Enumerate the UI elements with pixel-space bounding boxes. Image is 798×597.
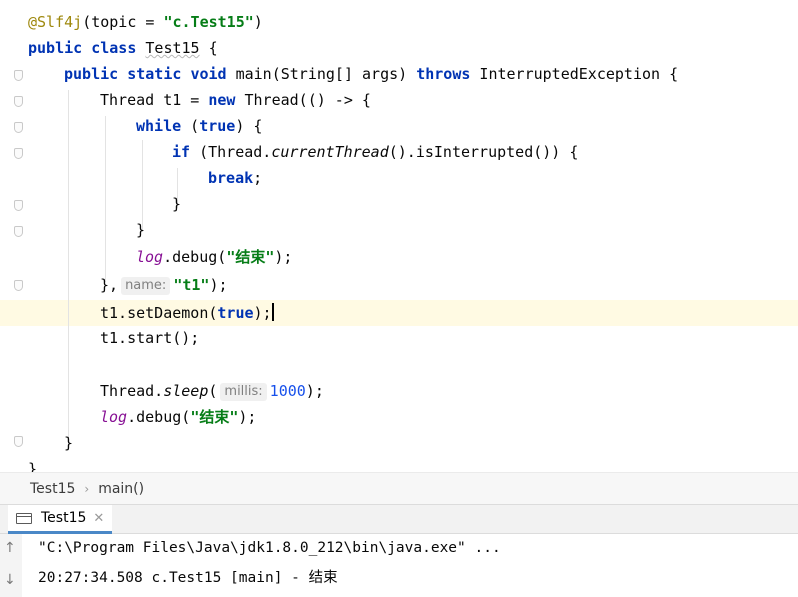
indent-guide bbox=[68, 90, 69, 446]
punctuation: ; bbox=[253, 169, 263, 187]
annotation: @Slf4j bbox=[28, 13, 83, 31]
code-text: t1.setDaemon( bbox=[100, 304, 218, 322]
text-caret bbox=[271, 303, 274, 321]
fold-marker-icon[interactable] bbox=[14, 122, 23, 133]
breadcrumb-method[interactable]: main() bbox=[98, 481, 144, 497]
punctuation: ); bbox=[238, 408, 257, 426]
console-window-icon bbox=[16, 512, 32, 524]
fold-marker-icon[interactable] bbox=[14, 70, 23, 81]
keyword: static bbox=[127, 65, 182, 83]
keyword: void bbox=[190, 65, 227, 83]
code-line-2[interactable]: public class Test15 { bbox=[28, 35, 218, 61]
console-output[interactable]: ↑ ↓ "C:\Program Files\Java\jdk1.8.0_212\… bbox=[0, 534, 798, 597]
code-text: Thread t1 = bbox=[100, 91, 209, 109]
code-line-6[interactable]: if (Thread.currentThread().isInterrupted… bbox=[172, 139, 578, 165]
code-line-1[interactable]: @Slf4j(topic = "c.Test15") bbox=[28, 9, 263, 35]
code-line-16[interactable]: } bbox=[64, 430, 73, 456]
code-line-13[interactable]: t1.start(); bbox=[100, 325, 199, 351]
string-literal: "结束" bbox=[226, 248, 275, 266]
keyword: break bbox=[208, 169, 254, 187]
code-editor[interactable]: @Slf4j(topic = "c.Test15") public class … bbox=[0, 0, 798, 472]
code-text: Thread. bbox=[100, 382, 164, 400]
code-line-3[interactable]: public static void main(String[] args) t… bbox=[64, 61, 678, 87]
punctuation: ) { bbox=[235, 117, 263, 135]
run-tool-window-tabs: Test15 ✕ bbox=[0, 504, 798, 534]
code-line-5[interactable]: while (true) { bbox=[136, 113, 262, 139]
code-line-14[interactable]: Thread.sleep(millis: 1000); bbox=[100, 378, 324, 404]
code-line-9[interactable]: } bbox=[136, 217, 145, 243]
code-line-8[interactable]: } bbox=[172, 191, 181, 217]
breadcrumb-class[interactable]: Test15 bbox=[30, 481, 75, 497]
console-toolbar: ↑ ↓ bbox=[0, 534, 22, 597]
keyword: public bbox=[64, 65, 119, 83]
code-line-17[interactable]: } bbox=[28, 456, 37, 472]
down-arrow-icon[interactable]: ↓ bbox=[4, 572, 16, 588]
punctuation: ); bbox=[305, 382, 324, 400]
keyword: true bbox=[199, 117, 236, 135]
log-field: log bbox=[100, 408, 128, 426]
punctuation: ( bbox=[181, 117, 200, 135]
fold-marker-icon[interactable] bbox=[14, 96, 23, 107]
run-tab-label: Test15 bbox=[41, 510, 87, 526]
fold-marker-icon[interactable] bbox=[14, 280, 23, 291]
fold-marker-icon[interactable] bbox=[14, 200, 23, 211]
punctuation: ); bbox=[274, 248, 293, 266]
punctuation: }, bbox=[100, 276, 119, 294]
fold-marker-icon[interactable] bbox=[14, 436, 23, 447]
method-call: .debug( bbox=[127, 408, 191, 426]
keyword: class bbox=[91, 39, 137, 57]
keyword: throws bbox=[416, 65, 471, 83]
class-name: Test15 bbox=[145, 39, 200, 57]
log-field: log bbox=[136, 248, 164, 266]
fold-marker-icon[interactable] bbox=[14, 148, 23, 159]
breadcrumb: Test15 › main() bbox=[0, 472, 798, 504]
code-line-10[interactable]: log.debug("结束"); bbox=[136, 244, 292, 270]
close-icon[interactable]: ✕ bbox=[93, 511, 104, 526]
code-text: (Thread. bbox=[190, 143, 272, 161]
code-line-4[interactable]: Thread t1 = new Thread(() -> { bbox=[100, 87, 371, 113]
keyword: true bbox=[217, 304, 254, 322]
punctuation: ) bbox=[253, 13, 263, 31]
code-line-7[interactable]: break; bbox=[208, 165, 262, 191]
number-literal: 1000 bbox=[269, 382, 306, 400]
method-signature: main(String[] args) bbox=[226, 65, 417, 83]
keyword: if bbox=[172, 143, 191, 161]
code-line-11[interactable]: }, name: "t1"); bbox=[100, 272, 228, 298]
chevron-right-icon: › bbox=[84, 481, 90, 496]
indent-guide bbox=[105, 116, 106, 282]
parameter-hint: millis: bbox=[220, 383, 267, 401]
operator: = bbox=[136, 13, 164, 31]
string-literal: "t1" bbox=[173, 276, 210, 294]
method-call: .debug( bbox=[163, 248, 227, 266]
code-line-15[interactable]: log.debug("结束"); bbox=[100, 404, 256, 430]
keyword: public bbox=[28, 39, 83, 57]
console-line: 20:27:34.508 c.Test15 [main] - 结束 bbox=[38, 570, 338, 586]
static-method: sleep bbox=[163, 382, 209, 400]
keyword: while bbox=[136, 117, 182, 135]
code-text: ().isInterrupted()) { bbox=[388, 143, 579, 161]
punctuation: ); bbox=[209, 276, 228, 294]
annotation-param: topic bbox=[91, 13, 137, 31]
parameter-hint: name: bbox=[121, 277, 171, 295]
string-literal: "c.Test15" bbox=[163, 13, 254, 31]
code-line-12[interactable]: t1.setDaemon(true); bbox=[100, 300, 274, 326]
console-line: "C:\Program Files\Java\jdk1.8.0_212\bin\… bbox=[38, 540, 501, 556]
tab-run-test15[interactable]: Test15 ✕ bbox=[8, 505, 113, 534]
code-text: Thread(() -> { bbox=[235, 91, 371, 109]
up-arrow-icon[interactable]: ↑ bbox=[4, 540, 16, 556]
keyword: new bbox=[208, 91, 236, 109]
punctuation: ( bbox=[208, 382, 218, 400]
punctuation: ); bbox=[253, 304, 272, 322]
string-literal: "结束" bbox=[190, 408, 239, 426]
exception-type: InterruptedException { bbox=[470, 65, 679, 83]
punctuation: { bbox=[199, 39, 218, 57]
static-method: currentThread bbox=[271, 143, 389, 161]
fold-marker-icon[interactable] bbox=[14, 226, 23, 237]
